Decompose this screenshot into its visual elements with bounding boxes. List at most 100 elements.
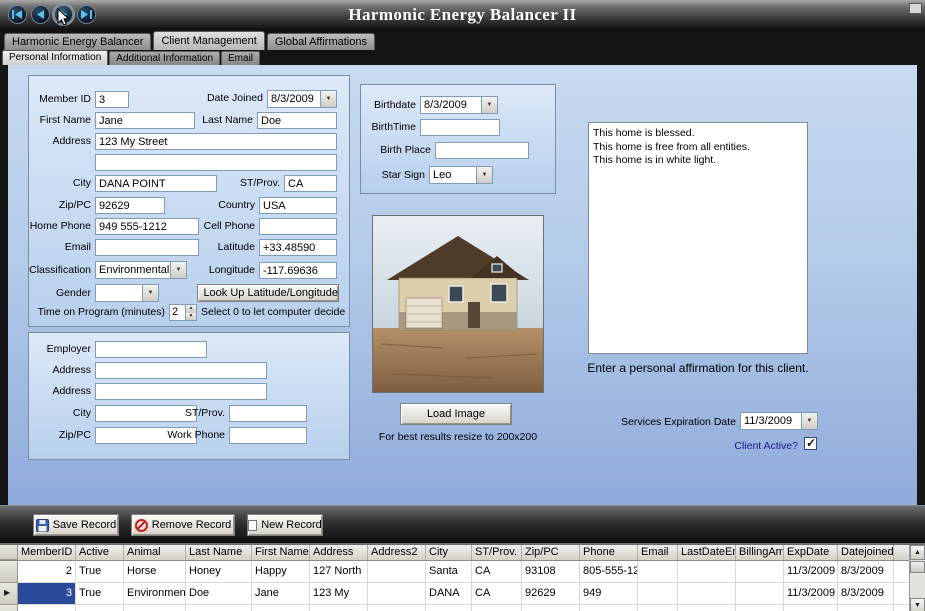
grid-cell[interactable]: [124, 605, 186, 611]
grid-column-header[interactable]: First Name: [252, 545, 310, 560]
employer-address1-field[interactable]: [95, 362, 267, 379]
grid-cell[interactable]: [522, 605, 580, 611]
grid-cell[interactable]: Jane: [252, 583, 310, 605]
time-on-program-stepper[interactable]: 2 ▲ ▼: [169, 304, 197, 321]
last-record-button[interactable]: [77, 5, 96, 24]
stepper-down-icon[interactable]: ▼: [186, 312, 196, 320]
birthdate-combo[interactable]: 8/3/2009: [420, 96, 498, 114]
tab-client-management[interactable]: Client Management: [153, 31, 265, 50]
grid-row-selector[interactable]: [0, 605, 18, 611]
save-record-button[interactable]: Save Record: [33, 514, 119, 536]
grid-column-header[interactable]: Animal: [124, 545, 186, 560]
grid-column-header[interactable]: Email: [638, 545, 678, 560]
grid-cell[interactable]: 11/3/2009: [784, 561, 838, 583]
grid-cell[interactable]: [472, 605, 522, 611]
grid-cell[interactable]: [310, 605, 368, 611]
grid-column-header[interactable]: Last Name: [186, 545, 252, 560]
member-id-field[interactable]: [95, 91, 129, 108]
scroll-up-icon[interactable]: ▲: [910, 545, 925, 560]
grid-cell[interactable]: [678, 583, 736, 605]
tab-harmonic-energy-balancer[interactable]: Harmonic Energy Balancer: [4, 33, 152, 50]
grid-row-selector[interactable]: [0, 583, 18, 605]
grid-column-header[interactable]: Datejoined: [838, 545, 894, 560]
grid-cell[interactable]: Happy: [252, 561, 310, 583]
latitude-field[interactable]: [259, 239, 337, 256]
lookup-lat-long-button[interactable]: Look Up Latitude/Longitude: [197, 284, 339, 302]
tab-additional-information[interactable]: Additional Information: [109, 51, 221, 65]
grid-cell[interactable]: 92629: [522, 583, 580, 605]
first-record-button[interactable]: [8, 5, 27, 24]
window-control-button[interactable]: [909, 3, 922, 14]
grid-cell[interactable]: [368, 605, 426, 611]
grid-cell[interactable]: 3: [18, 583, 76, 605]
chevron-down-icon[interactable]: [801, 413, 817, 429]
grid-cell[interactable]: [252, 605, 310, 611]
grid-cell[interactable]: [736, 605, 784, 611]
grid-cell[interactable]: 2: [18, 561, 76, 583]
star-sign-combo[interactable]: Leo: [429, 166, 493, 184]
grid-cell[interactable]: [76, 605, 124, 611]
grid-column-header[interactable]: MemberID: [18, 545, 76, 560]
chevron-down-icon[interactable]: [476, 167, 492, 183]
grid-column-header[interactable]: City: [426, 545, 472, 560]
grid-select-all[interactable]: [0, 545, 18, 560]
grid-column-header[interactable]: ST/Prov.: [472, 545, 522, 560]
work-phone-field[interactable]: [229, 427, 307, 444]
grid-cell[interactable]: Horse: [124, 561, 186, 583]
chevron-down-icon[interactable]: [320, 91, 336, 107]
grid-cell[interactable]: 805-555-12: [580, 561, 638, 583]
grid-cell[interactable]: 93108: [522, 561, 580, 583]
tab-personal-information[interactable]: Personal Information: [2, 50, 109, 65]
grid-column-header[interactable]: Zip/PC: [522, 545, 580, 560]
grid-column-header[interactable]: Active: [76, 545, 124, 560]
employer-st-prov-field[interactable]: [229, 405, 307, 422]
grid-cell[interactable]: [368, 561, 426, 583]
grid-column-header[interactable]: Address2: [368, 545, 426, 560]
scroll-down-icon[interactable]: ▼: [910, 598, 925, 611]
new-record-button[interactable]: New Record: [247, 514, 323, 536]
affirmation-textarea[interactable]: This home is blessed. This home is free …: [588, 122, 808, 354]
grid-cell[interactable]: [368, 583, 426, 605]
grid-row-selector[interactable]: [0, 561, 18, 583]
cell-phone-field[interactable]: [259, 218, 337, 235]
grid-cell[interactable]: 8/3/2009: [838, 583, 894, 605]
classification-combo[interactable]: Environmental: [95, 261, 187, 279]
remove-record-button[interactable]: Remove Record: [131, 514, 235, 536]
birthtime-field[interactable]: [420, 119, 500, 136]
stepper-up-icon[interactable]: ▲: [186, 305, 196, 313]
grid-cell[interactable]: Honey: [186, 561, 252, 583]
grid-cell[interactable]: 949: [580, 583, 638, 605]
grid-cell[interactable]: 127 North: [310, 561, 368, 583]
address2-field[interactable]: [95, 154, 337, 171]
grid-cell[interactable]: [838, 605, 894, 611]
employer-address2-field[interactable]: [95, 383, 267, 400]
grid-cell[interactable]: [18, 605, 76, 611]
grid-cell[interactable]: Environmen: [124, 583, 186, 605]
grid-cell[interactable]: 11/3/2009: [784, 583, 838, 605]
gender-combo[interactable]: [95, 284, 159, 302]
grid-cell[interactable]: DANA: [426, 583, 472, 605]
country-field[interactable]: [259, 197, 337, 214]
grid-column-header[interactable]: Phone: [580, 545, 638, 560]
grid-cell[interactable]: [638, 583, 678, 605]
grid-cell[interactable]: [736, 561, 784, 583]
chevron-down-icon[interactable]: [481, 97, 497, 113]
grid-cell[interactable]: True: [76, 561, 124, 583]
st-prov-field[interactable]: [284, 175, 337, 192]
grid-cell[interactable]: [678, 561, 736, 583]
scrollbar-thumb[interactable]: [910, 561, 925, 573]
grid-cell[interactable]: Doe: [186, 583, 252, 605]
birth-place-field[interactable]: [435, 142, 529, 159]
chevron-down-icon[interactable]: [142, 285, 158, 301]
tab-email[interactable]: Email: [221, 51, 261, 65]
grid-column-header[interactable]: BillingAmt: [736, 545, 784, 560]
grid-column-header[interactable]: Address: [310, 545, 368, 560]
grid-cell[interactable]: CA: [472, 583, 522, 605]
grid-cell[interactable]: Santa: [426, 561, 472, 583]
grid-column-header[interactable]: LastDateEm: [678, 545, 736, 560]
tab-global-affirmations[interactable]: Global Affirmations: [266, 33, 375, 50]
next-record-button[interactable]: [54, 5, 73, 24]
grid-cell[interactable]: [736, 583, 784, 605]
grid-cell[interactable]: True: [76, 583, 124, 605]
last-name-field[interactable]: [257, 112, 337, 129]
